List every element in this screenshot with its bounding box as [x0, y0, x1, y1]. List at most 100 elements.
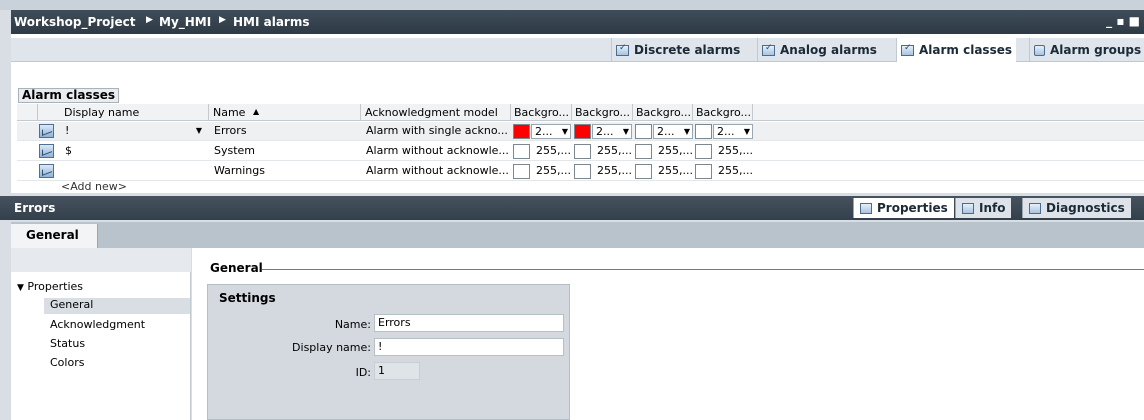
nav-item-colors[interactable]: Colors — [50, 356, 84, 369]
window-top-strip — [0, 0, 1144, 10]
settings-title: Settings — [219, 291, 276, 305]
breadcrumb-separator-icon: ▶ — [219, 15, 226, 25]
column-header-name[interactable]: Name ▲ — [209, 104, 361, 121]
color-swatch[interactable] — [574, 164, 591, 179]
diagnostics-icon — [1029, 202, 1041, 214]
tab-discrete-alarms[interactable]: Discrete alarms — [611, 38, 744, 62]
cell-background-value[interactable]: 255,... — [597, 162, 633, 181]
add-new-label[interactable]: <Add new> — [61, 182, 127, 194]
inspector-header: Errors Properties Info Diagnostics — [0, 196, 1144, 220]
id-field: 1 — [374, 362, 420, 380]
display-name-label: Display name: — [292, 341, 371, 354]
breadcrumb: Workshop_Project ▶ My_HMI ▶ HMI alarms _… — [11, 10, 1144, 34]
color-swatch[interactable] — [513, 124, 530, 139]
sort-ascending-icon: ▲ — [253, 107, 260, 116]
table-row[interactable]: Warnings Alarm without acknowle... 255,.… — [17, 162, 1144, 181]
column-header-background-1[interactable]: Backgro... — [511, 104, 572, 121]
tab-label: Alarm groups — [1050, 43, 1142, 57]
expand-arrow-icon: ▼ — [17, 283, 24, 293]
color-dropdown[interactable]: 2... ▼ — [713, 124, 753, 139]
color-swatch[interactable] — [513, 164, 530, 179]
analog-alarm-icon — [762, 43, 775, 56]
breadcrumb-item-alarms[interactable]: HMI alarms — [233, 15, 310, 29]
id-label: ID: — [355, 366, 371, 379]
color-dropdown[interactable]: 2... ▼ — [592, 124, 632, 139]
color-swatch[interactable] — [695, 144, 712, 159]
cell-display-name[interactable]: $ — [65, 142, 205, 161]
properties-nav — [11, 248, 191, 420]
info-icon — [962, 202, 974, 214]
dropdown-arrow-icon[interactable]: ▼ — [194, 124, 204, 138]
nav-item-status[interactable]: Status — [50, 337, 85, 350]
column-header-background-3[interactable]: Backgro... — [633, 104, 693, 121]
color-swatch[interactable] — [695, 164, 712, 179]
cell-name[interactable]: Errors — [214, 122, 354, 141]
color-swatch[interactable] — [695, 124, 712, 139]
display-name-field[interactable]: ! — [374, 338, 564, 356]
column-header-acknowledgment-model[interactable]: Acknowledgment model — [361, 104, 511, 121]
cell-background-value[interactable]: 255,... — [718, 142, 754, 161]
window-controls[interactable]: _ ▪ ■ — [1106, 14, 1140, 28]
column-header-background-4[interactable]: Backgro... — [693, 104, 753, 121]
nav-item-acknowledgment[interactable]: Acknowledgment — [50, 318, 145, 331]
tab-info[interactable]: Info — [955, 198, 1012, 218]
color-swatch[interactable] — [574, 144, 591, 159]
color-dropdown[interactable]: 2... ▼ — [531, 124, 571, 139]
section-heading: General — [210, 261, 263, 275]
cell-name[interactable]: Warnings — [214, 162, 354, 181]
alarm-class-icon — [901, 43, 914, 56]
cell-ack-model[interactable]: Alarm without acknowle... — [366, 162, 510, 181]
editor-tab-bar: Discrete alarms Analog alarms Alarm clas… — [11, 38, 1144, 62]
properties-nav-header — [11, 248, 191, 272]
properties-icon — [860, 202, 872, 214]
cell-ack-model[interactable]: Alarm without acknowle... — [366, 142, 510, 161]
nav-group-properties[interactable]: ▼ Properties — [17, 280, 83, 293]
color-swatch[interactable] — [513, 144, 530, 159]
tab-properties[interactable]: Properties — [853, 198, 954, 218]
alarm-class-icon — [39, 124, 54, 138]
alarm-group-icon — [1034, 44, 1045, 56]
cell-background-value[interactable]: 255,... — [658, 162, 694, 181]
color-swatch[interactable] — [635, 164, 652, 179]
cell-background-value[interactable]: 255,... — [597, 142, 633, 161]
column-header-display-name[interactable]: Display name — [38, 104, 209, 121]
table-row[interactable]: $ System Alarm without acknowle... 255,.… — [17, 142, 1144, 161]
dropdown-arrow-icon: ▼ — [683, 127, 691, 136]
cell-background-value[interactable]: 255,... — [718, 162, 754, 181]
breadcrumb-item-hmi[interactable]: My_HMI — [159, 15, 211, 29]
cell-ack-model[interactable]: Alarm with single ackno... — [366, 122, 510, 141]
tab-general[interactable]: General — [11, 224, 98, 248]
tab-diagnostics[interactable]: Diagnostics — [1022, 198, 1131, 218]
dropdown-arrow-icon: ▼ — [561, 127, 569, 136]
section-divider — [262, 269, 1144, 270]
cell-display-name[interactable] — [65, 162, 205, 181]
color-swatch[interactable] — [635, 144, 652, 159]
tab-alarm-classes[interactable]: Alarm classes — [896, 38, 1016, 62]
add-new-row[interactable]: <Add new> — [17, 182, 1144, 194]
name-label: Name: — [334, 318, 371, 331]
tab-label: Analog alarms — [780, 43, 877, 57]
cell-background-value[interactable]: 255,... — [658, 142, 694, 161]
header-filler — [753, 104, 1144, 121]
inspector-title: Errors — [14, 201, 56, 215]
cell-background-value[interactable]: 255,... — [536, 162, 572, 181]
tab-alarm-groups[interactable]: Alarm groups — [1029, 38, 1144, 62]
inspector-subtab-bar — [11, 222, 1144, 248]
nav-item-general[interactable]: General — [44, 298, 190, 314]
color-dropdown[interactable]: 2... ▼ — [653, 124, 693, 139]
header-corner — [17, 104, 38, 121]
color-swatch[interactable] — [635, 124, 652, 139]
discrete-alarm-icon — [616, 43, 629, 56]
tab-analog-alarms[interactable]: Analog alarms — [757, 38, 881, 62]
color-swatch[interactable] — [574, 124, 591, 139]
tab-label: Discrete alarms — [634, 43, 741, 57]
column-header-background-2[interactable]: Backgro... — [572, 104, 633, 121]
dropdown-arrow-icon: ▼ — [743, 127, 751, 136]
table-row[interactable]: ! ▼ Errors Alarm with single ackno... 2.… — [17, 122, 1144, 141]
cell-display-name[interactable]: ! — [65, 122, 205, 141]
name-field[interactable]: Errors — [374, 314, 564, 332]
dropdown-arrow-icon: ▼ — [622, 127, 630, 136]
cell-background-value[interactable]: 255,... — [536, 142, 572, 161]
breadcrumb-item-project[interactable]: Workshop_Project — [14, 15, 136, 29]
cell-name[interactable]: System — [214, 142, 354, 161]
